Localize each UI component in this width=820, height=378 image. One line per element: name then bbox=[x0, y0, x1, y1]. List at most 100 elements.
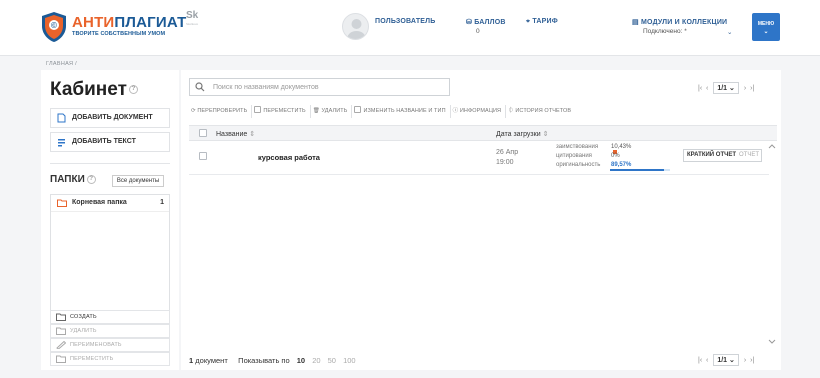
folder-item-root[interactable]: Корневая папка 1 bbox=[51, 195, 169, 212]
originality-bar bbox=[610, 169, 670, 171]
trash-icon: 🗑︎ bbox=[312, 108, 320, 114]
column-name-label: Название bbox=[216, 131, 248, 138]
prev-page-icon[interactable]: ‹ bbox=[706, 85, 708, 92]
originality-bar-fill bbox=[610, 169, 664, 171]
help-icon[interactable]: ? bbox=[128, 85, 138, 95]
last-page-icon[interactable]: ›| bbox=[750, 357, 754, 364]
tag-icon: ⌖ bbox=[526, 18, 531, 25]
brand-title[interactable]: АНТИПЛАГИАТ bbox=[72, 14, 187, 31]
add-text-button[interactable]: ДОБАВИТЬ ТЕКСТ bbox=[50, 132, 170, 152]
row-checkbox[interactable] bbox=[199, 152, 207, 160]
brand-title-part2: ПЛАГИАТ bbox=[114, 14, 187, 31]
column-date-label: Дата загрузки bbox=[496, 131, 541, 138]
doc-count-word: документ bbox=[195, 356, 228, 365]
modules-status: Подключено: * bbox=[643, 28, 687, 35]
points-label: БАЛЛОВ bbox=[474, 19, 506, 26]
table-header: Название ⇕ Дата загрузки ⇕ bbox=[189, 125, 777, 141]
page-size-10[interactable]: 10 bbox=[297, 356, 305, 365]
add-document-icon bbox=[57, 113, 66, 123]
folder-delete-label: УДАЛИТЬ bbox=[70, 328, 97, 334]
delete-button[interactable]: 🗑︎ УДАЛИТЬ bbox=[311, 105, 353, 118]
page-size-20[interactable]: 20 bbox=[312, 356, 320, 365]
document-date-day: 26 Апр bbox=[496, 149, 519, 156]
shield-logo-icon[interactable]: © bbox=[41, 11, 67, 43]
tariff-link[interactable]: ⌖ ТАРИФ bbox=[526, 18, 558, 26]
search-icon[interactable] bbox=[195, 82, 205, 92]
last-page-icon[interactable]: ›| bbox=[750, 85, 754, 92]
breadcrumb: ГЛАВНАЯ / bbox=[46, 61, 77, 67]
brand-slogan: ТВОРИТЕ СОБСТВЕННЫМ УМОМ bbox=[72, 31, 166, 37]
move-button[interactable]: ПЕРЕМЕСТИТЬ bbox=[252, 105, 311, 118]
doc-count: 1 bbox=[189, 356, 194, 365]
menu-button[interactable]: МЕНЮ ⌄ bbox=[752, 13, 780, 41]
folders-help-icon[interactable]: ? bbox=[86, 174, 96, 184]
folder-icon bbox=[57, 199, 67, 207]
page-title: Кабинет? bbox=[50, 79, 138, 101]
table-row[interactable]: курсовая работа 26 Апр 19:00 заимствован… bbox=[189, 141, 769, 175]
originality-label: оригинальность bbox=[556, 162, 601, 168]
folder-rename-button[interactable]: ПЕРЕИМЕНОВАТЬ bbox=[50, 338, 170, 352]
modules-chevron-down-icon[interactable]: ⌄ bbox=[727, 28, 732, 36]
report-button[interactable]: ОТЧЕТ bbox=[736, 152, 759, 158]
delete-label: УДАЛИТЬ bbox=[321, 108, 348, 114]
document-toolbar: ⟳ ПЕРЕПРОВЕРИТЬ ПЕРЕМЕСТИТЬ 🗑︎ УДАЛИТЬ ИЗМЕ… bbox=[189, 105, 575, 118]
page-select[interactable]: 1/1 ⌄ bbox=[713, 82, 739, 94]
page-select-value: 1/1 bbox=[717, 357, 728, 364]
partner-logo: Sk bbox=[186, 10, 199, 21]
menu-label: МЕНЮ bbox=[757, 21, 775, 27]
chevron-down-icon: ⌄ bbox=[763, 29, 769, 35]
user-link[interactable]: ПОЛЬЗОВАТЕЛЬ bbox=[375, 18, 436, 25]
modules-label: МОДУЛИ И КОЛЛЕКЦИИ bbox=[640, 19, 728, 26]
report-buttons: КРАТКИЙ ОТЧЕТ ОТЧЕТ bbox=[683, 149, 762, 162]
tariff-label: ТАРИФ bbox=[532, 18, 558, 25]
move-label: ПЕРЕМЕСТИТЬ bbox=[263, 108, 306, 114]
search-input[interactable] bbox=[213, 81, 443, 93]
folders-title: ПАПКИ bbox=[50, 174, 85, 185]
table-footer: 1 документ Показывать по 10 20 50 100 bbox=[189, 356, 356, 365]
table-scrollbar[interactable] bbox=[768, 142, 776, 347]
page-select[interactable]: 1/1 ⌄ bbox=[713, 354, 739, 366]
folder-move-button[interactable]: ПЕРЕМЕСТИТЬ bbox=[50, 352, 170, 366]
rename-button[interactable]: ИЗМЕНИТЬ НАЗВАНИЕ И ТИП bbox=[352, 105, 451, 118]
all-documents-button[interactable]: Все документы bbox=[112, 175, 164, 187]
first-page-icon[interactable]: |‹ bbox=[698, 357, 702, 364]
first-page-icon[interactable]: |‹ bbox=[698, 85, 702, 92]
history-button[interactable]: ⏀ ИСТОРИЯ ОТЧЕТОВ bbox=[506, 105, 575, 118]
partner-logo-sub: Skolkovo bbox=[186, 22, 199, 26]
document-title[interactable]: курсовая работа bbox=[258, 153, 320, 162]
next-page-icon[interactable]: › bbox=[744, 357, 746, 364]
add-document-button[interactable]: ДОБАВИТЬ ДОКУМЕНТ bbox=[50, 108, 170, 128]
citation-label: цитирования bbox=[556, 153, 592, 159]
scroll-down-icon[interactable] bbox=[768, 339, 776, 344]
move-icon bbox=[254, 106, 262, 113]
column-date-header[interactable]: Дата загрузки ⇕ bbox=[496, 130, 548, 138]
rename-label: ИЗМЕНИТЬ НАЗВАНИЕ И ТИП bbox=[363, 108, 446, 114]
breadcrumb-home[interactable]: ГЛАВНАЯ bbox=[46, 61, 73, 67]
points-link[interactable]: ⛁ БАЛЛОВ bbox=[466, 18, 506, 26]
top-header: © АНТИПЛАГИАТ ТВОРИТЕ СОБСТВЕННЫМ УМОМ S… bbox=[0, 0, 820, 56]
modules-link[interactable]: ▤ МОДУЛИ И КОЛЛЕКЦИИ bbox=[632, 18, 727, 26]
avatar[interactable] bbox=[342, 13, 369, 40]
page-size-50[interactable]: 50 bbox=[328, 356, 336, 365]
page-size-100[interactable]: 100 bbox=[343, 356, 356, 365]
bottom-pagination: |‹ ‹ 1/1 ⌄ › ›| bbox=[698, 354, 754, 366]
select-all-checkbox[interactable] bbox=[199, 129, 207, 137]
info-icon: ⓘ bbox=[452, 108, 459, 114]
recheck-button[interactable]: ⟳ ПЕРЕПРОВЕРИТЬ bbox=[189, 105, 253, 118]
add-document-label: ДОБАВИТЬ ДОКУМЕНТ bbox=[72, 114, 153, 121]
history-icon: ⏀ bbox=[508, 108, 514, 114]
folder-count: 1 bbox=[160, 199, 164, 206]
sidebar-divider bbox=[50, 163, 170, 164]
info-label: ИНФОРМАЦИЯ bbox=[459, 108, 502, 114]
sort-icon: ⇕ bbox=[542, 131, 549, 138]
chevron-down-icon: ⌄ bbox=[729, 357, 735, 364]
folder-create-button[interactable]: СОЗДАТЬ bbox=[50, 310, 170, 324]
prev-page-icon[interactable]: ‹ bbox=[706, 357, 708, 364]
column-name-header[interactable]: Название ⇕ bbox=[216, 130, 255, 138]
folder-delete-button[interactable]: УДАЛИТЬ bbox=[50, 324, 170, 338]
info-button[interactable]: ⓘ ИНФОРМАЦИЯ bbox=[451, 105, 507, 118]
next-page-icon[interactable]: › bbox=[744, 85, 746, 92]
sort-icon: ⇕ bbox=[249, 131, 256, 138]
scroll-up-icon[interactable] bbox=[768, 144, 776, 149]
short-report-button[interactable]: КРАТКИЙ ОТЧЕТ bbox=[684, 152, 736, 158]
